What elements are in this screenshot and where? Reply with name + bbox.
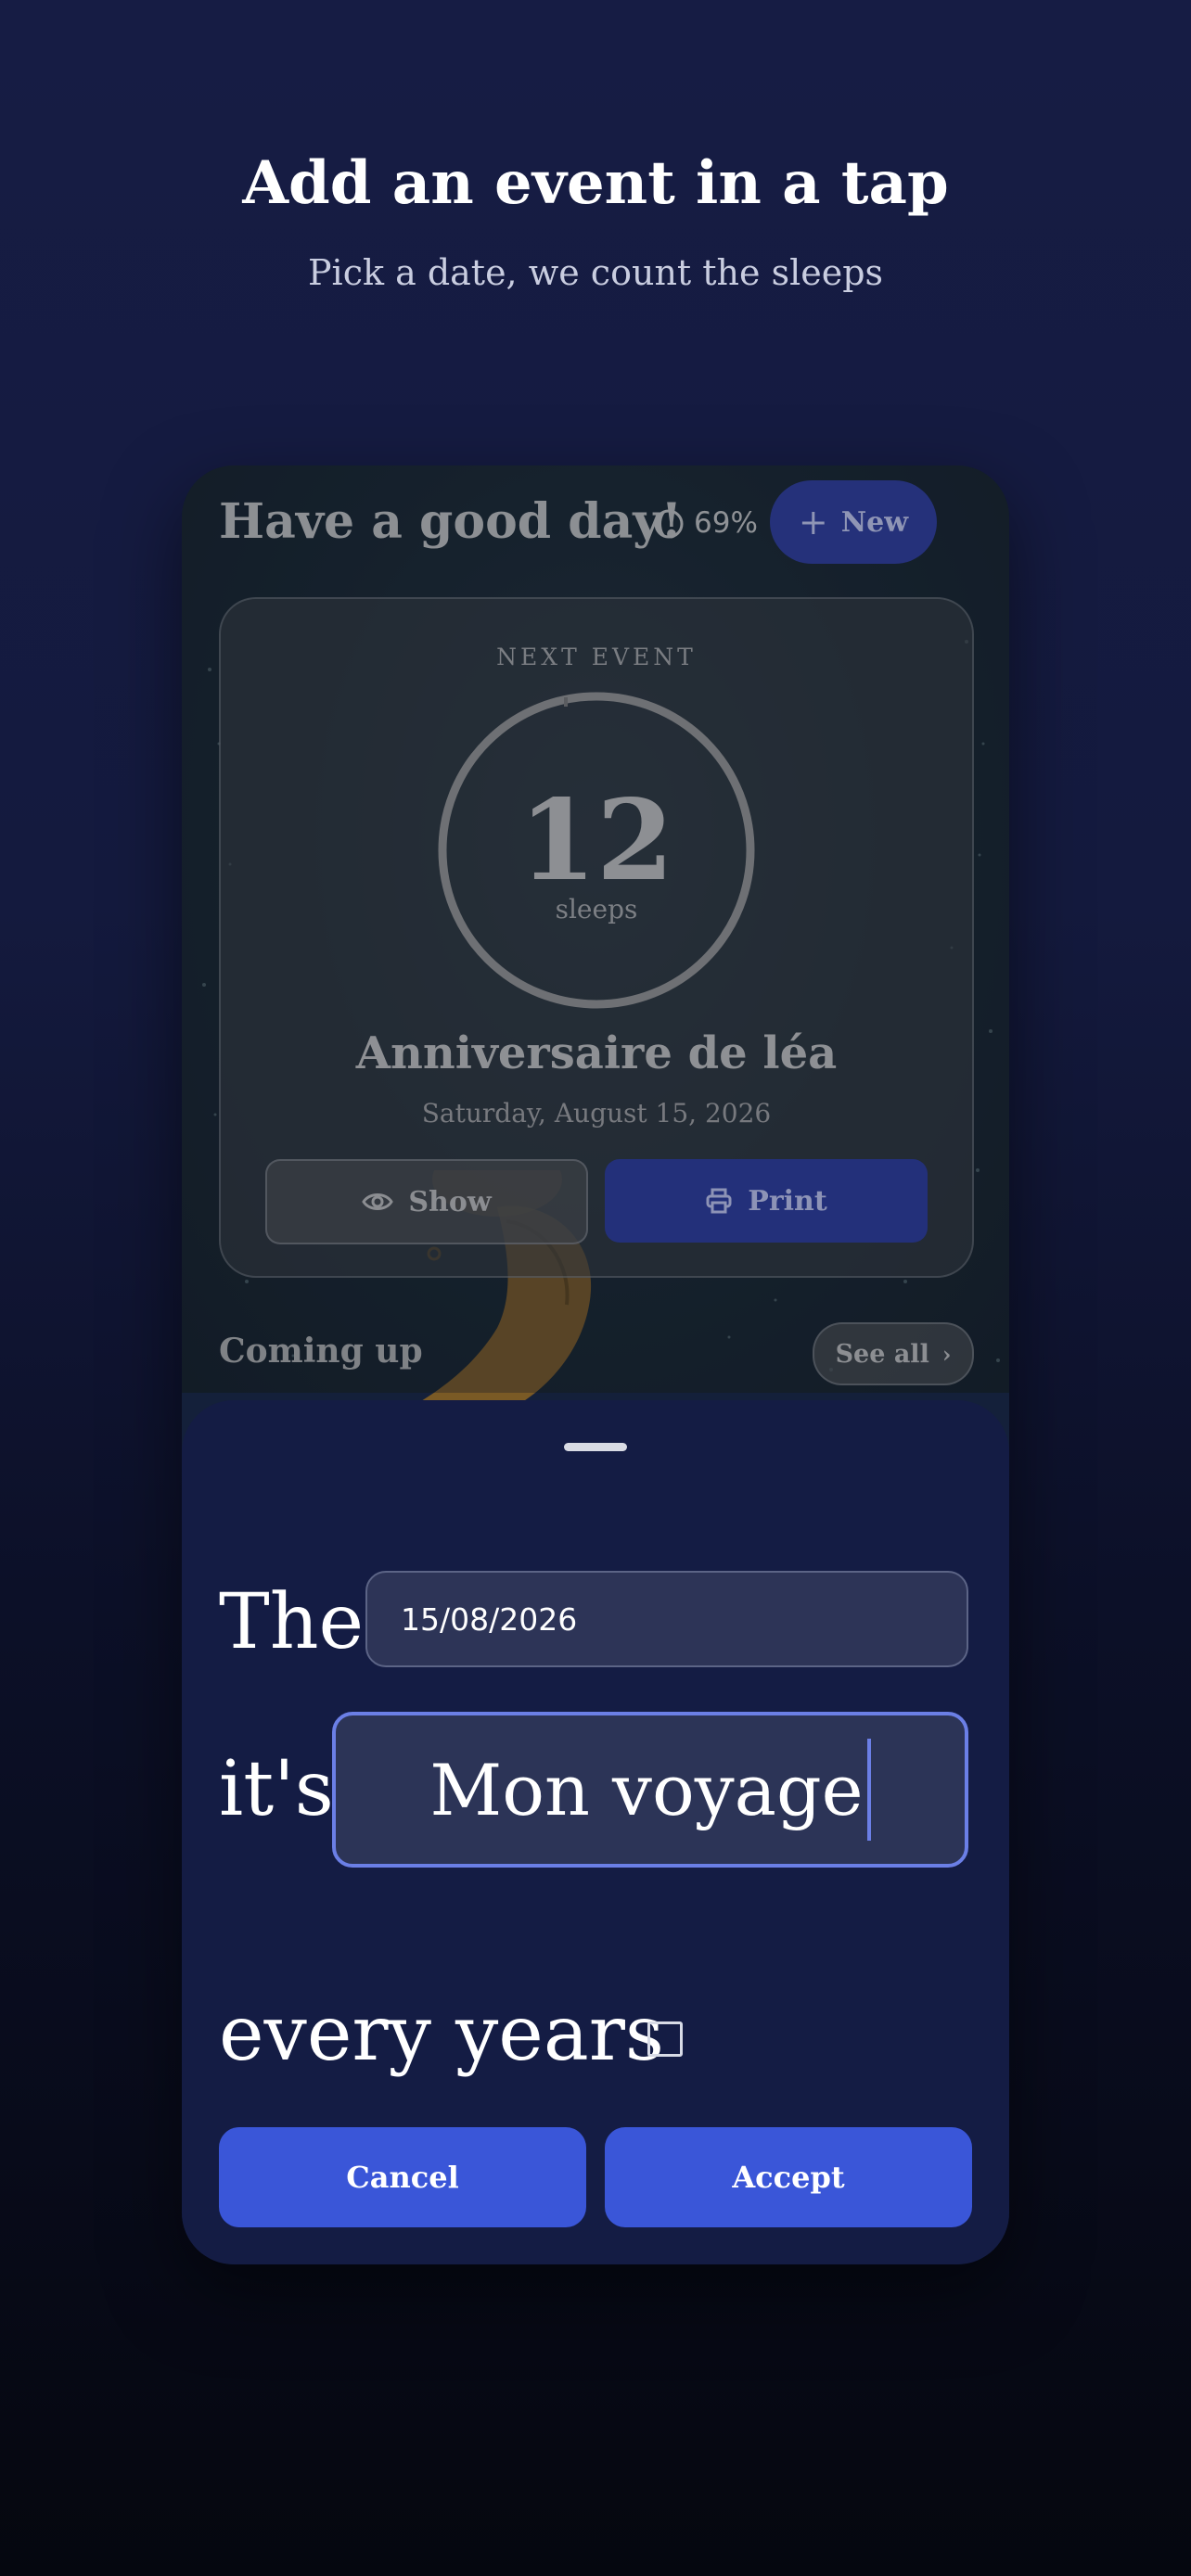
accept-button-label: Accept: [732, 2160, 845, 2195]
plus-icon: +: [798, 502, 828, 542]
cancel-button[interactable]: Cancel: [219, 2127, 586, 2227]
new-event-button[interactable]: + New: [770, 480, 937, 564]
see-all-button[interactable]: See all ›: [813, 1322, 974, 1385]
add-event-sheet: The 15/08/2026 it's Mon voyage every yea…: [182, 1400, 1009, 2264]
coming-up-title: Coming up: [219, 1332, 423, 1371]
print-button[interactable]: Print: [605, 1159, 928, 1243]
cancel-button-label: Cancel: [346, 2160, 459, 2195]
event-date: Saturday, August 15, 2026: [421, 1098, 772, 1129]
accept-button[interactable]: Accept: [605, 2127, 972, 2227]
next-event-label: NEXT EVENT: [496, 644, 697, 670]
promo-title: Add an event in a tap: [242, 148, 949, 218]
show-button-label: Show: [408, 1185, 492, 1218]
date-field[interactable]: 15/08/2026: [365, 1571, 968, 1667]
home-screen: Have a good day! 69% + New NEXT EVENT 12…: [182, 465, 1009, 1411]
next-event-card: NEXT EVENT 12 sleeps Anniversaire de léa…: [219, 597, 974, 1278]
sheet-drag-handle[interactable]: [564, 1443, 627, 1451]
printer-icon: [706, 1188, 732, 1214]
eye-icon: [362, 1193, 394, 1210]
show-button[interactable]: Show: [265, 1159, 588, 1244]
name-prefix-label: it's: [219, 1745, 334, 1833]
event-name-input[interactable]: Mon voyage: [332, 1712, 968, 1868]
moon-phase-icon: [654, 509, 684, 539]
repeat-label: every years: [219, 1990, 664, 2078]
see-all-label: See all: [835, 1339, 929, 1369]
phone-frame: Have a good day! 69% + New NEXT EVENT 12…: [182, 465, 1009, 2264]
date-value: 15/08/2026: [401, 1600, 578, 1638]
text-caret: [866, 1739, 871, 1841]
countdown-number: 12: [519, 775, 674, 906]
event-name-value: Mon voyage: [429, 1748, 864, 1831]
countdown-unit: sleeps: [555, 894, 638, 925]
greeting: Have a good day!: [219, 493, 683, 550]
moon-percent: 69%: [694, 506, 758, 540]
chevron-right-icon: ›: [941, 1340, 952, 1368]
promo-subtitle: Pick a date, we count the sleeps: [307, 252, 884, 293]
date-prefix-label: The: [219, 1578, 365, 1666]
repeat-checkbox[interactable]: [647, 2021, 683, 2057]
print-button-label: Print: [748, 1184, 827, 1218]
event-title: Anniversaire de léa: [355, 1027, 838, 1079]
new-button-label: New: [840, 505, 909, 539]
